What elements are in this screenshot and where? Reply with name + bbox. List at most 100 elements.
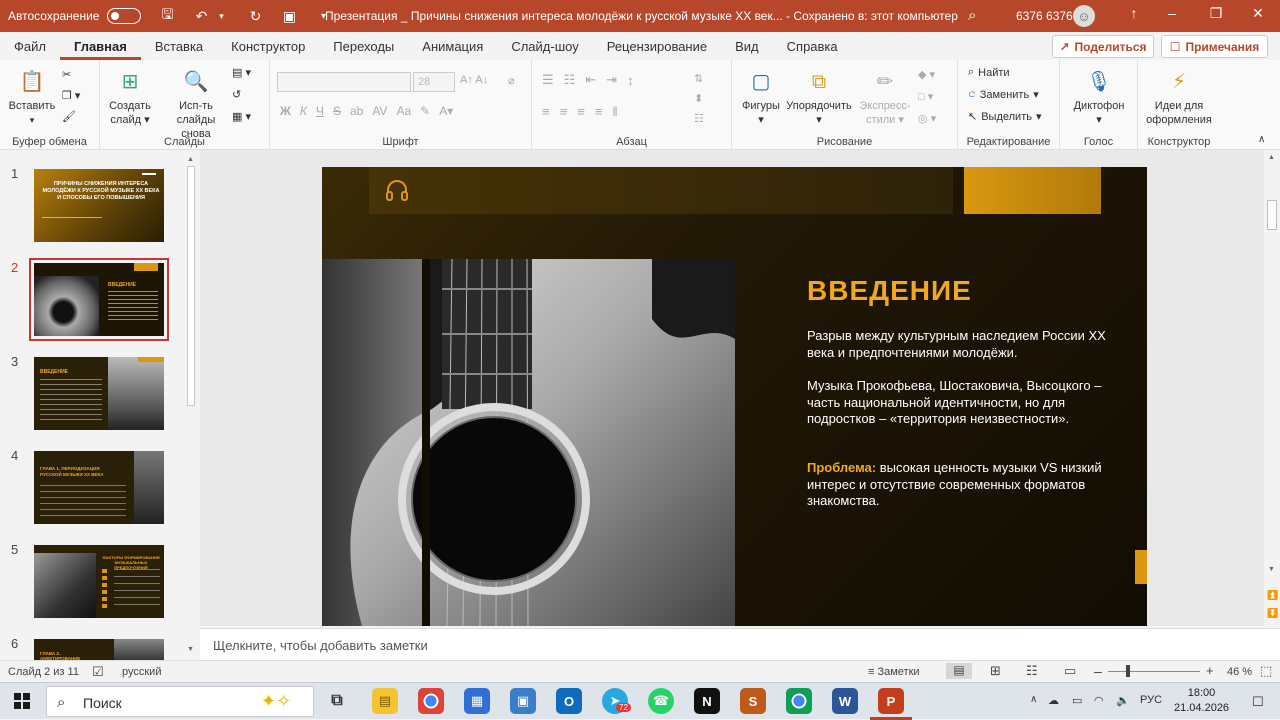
redo-icon[interactable]: ↻ (247, 8, 263, 24)
quick-styles-button[interactable]: ✏ Экспресс-стили ▾ (856, 68, 914, 127)
language-label[interactable]: русский (122, 666, 161, 678)
share-button[interactable]: ↗ Поделиться (1052, 35, 1154, 58)
menu-slideshow[interactable]: Слайд-шоу (497, 39, 592, 54)
zoom-slider[interactable] (1108, 671, 1200, 672)
notion-icon[interactable]: N (694, 688, 720, 714)
guitar-photo[interactable] (322, 259, 735, 626)
numbering-icon[interactable]: ☷ (564, 72, 576, 88)
volume-icon[interactable]: 🔈 (1116, 694, 1130, 707)
scroll-up-icon[interactable]: ▲ (187, 156, 194, 163)
line-spacing-icon[interactable]: ↕ (627, 73, 634, 88)
undo-dropdown-icon[interactable]: ▾ (213, 8, 229, 24)
new-slide-button[interactable]: ⊞ Создать слайд ▾ (106, 68, 154, 127)
menu-home[interactable]: Главная (59, 39, 141, 60)
battery-icon[interactable]: ▭ (1072, 694, 1082, 707)
text-direction-icon[interactable]: ⇅ (694, 72, 703, 85)
chrome-icon[interactable] (418, 688, 444, 714)
prev-slide-icon[interactable]: ⏫ (1267, 590, 1278, 601)
word-icon[interactable]: W (832, 688, 858, 714)
shape-outline-icon[interactable]: □ ▾ (918, 90, 933, 103)
close-icon[interactable]: ✕ (1248, 5, 1268, 22)
notes-toggle[interactable]: ≡ Заметки (868, 666, 920, 678)
wifi-icon[interactable]: ◠ (1094, 694, 1104, 707)
paste-button[interactable]: 📋 Вставить ▾ (6, 68, 58, 127)
file-explorer-icon[interactable]: ▤ (372, 688, 398, 714)
document-title[interactable]: Презентация _ Причины снижения интереса … (325, 9, 958, 23)
decrease-indent-icon[interactable]: ⇤ (585, 72, 596, 88)
shape-fill-icon[interactable]: ◆ ▾ (918, 68, 935, 81)
slide-title[interactable]: ВВЕДЕНИЕ (807, 275, 972, 307)
bullets-icon[interactable]: ☰ (542, 72, 554, 88)
user-avatar[interactable]: ☺ (1073, 5, 1095, 27)
section-icon[interactable]: ▦ ▾ (232, 110, 251, 123)
align-center-icon[interactable]: ≡ (560, 104, 568, 119)
shape-effects-icon[interactable]: ◎ ▾ (918, 112, 936, 125)
user-name[interactable]: 6376 6376 (1016, 9, 1073, 23)
minimize-icon[interactable]: – (1162, 5, 1182, 21)
slide-sorter-icon[interactable]: ⊞ (990, 663, 1001, 679)
spacing-icon[interactable]: ab (350, 104, 363, 118)
search-icon[interactable]: ⌕ (968, 7, 976, 24)
clear-format-icon[interactable]: ⌀ (508, 74, 515, 87)
slide-scroll-thumb[interactable] (1267, 200, 1277, 230)
scroll-down-icon[interactable]: ▼ (1268, 566, 1275, 573)
store-icon[interactable]: ▦ (464, 688, 490, 714)
save-icon[interactable]: 🖫 (159, 6, 175, 24)
clock[interactable]: 18:00 21.04.2026 (1174, 686, 1229, 716)
powerpoint-icon[interactable]: P (878, 688, 904, 714)
char-spacing-icon[interactable]: AV (372, 104, 387, 118)
columns-icon[interactable]: ‖ (612, 104, 617, 119)
scroll-up-icon[interactable]: ▲ (1268, 154, 1275, 161)
select-button[interactable]: ↖ Выделить ▾ (968, 110, 1042, 124)
underline-icon[interactable]: Ч (316, 104, 324, 118)
outlook-icon[interactable]: O (556, 688, 582, 714)
chrome-profile-icon[interactable] (786, 688, 812, 714)
notes-pane[interactable]: Щелкните, чтобы добавить заметки (200, 628, 1280, 660)
font-size-input[interactable]: 28 (413, 72, 455, 92)
font-color-icon[interactable]: A▾ (439, 104, 453, 118)
strike-icon[interactable]: S (333, 104, 341, 118)
menu-animations[interactable]: Анимация (408, 39, 497, 54)
menu-design[interactable]: Конструктор (217, 39, 319, 54)
design-ideas-button[interactable]: ⚡ Идеи для оформления (1142, 68, 1216, 127)
next-slide-icon[interactable]: ⏬ (1267, 608, 1278, 619)
menu-review[interactable]: Рецензирование (593, 39, 721, 54)
italic-icon[interactable]: К (300, 104, 307, 118)
slide-paragraph-1[interactable]: Разрыв между культурным наследием России… (807, 328, 1107, 361)
arrange-button[interactable]: ⧉ Упорядочить ▾ (784, 68, 854, 127)
grow-font-icon[interactable]: A↑ A↓ (460, 74, 488, 86)
layout-icon[interactable]: ▤ ▾ (232, 66, 251, 79)
normal-view-icon[interactable]: ▤ (946, 663, 972, 679)
fit-slide-icon[interactable]: ⬚ (1260, 663, 1272, 679)
dictate-button[interactable]: 🎙 Диктофон ▾ (1066, 68, 1132, 127)
windows-start-icon[interactable] (14, 693, 30, 712)
notifications-icon[interactable]: ☐ (1252, 694, 1264, 710)
menu-view[interactable]: Вид (721, 39, 773, 54)
menu-insert[interactable]: Вставка (141, 39, 217, 54)
reuse-slides-button[interactable]: 🔍 Исп-ть слайды снова (164, 68, 228, 141)
slide-editor[interactable]: ВВЕДЕНИЕ Разрыв между культурным наследи… (322, 167, 1147, 626)
slide-scrollbar[interactable]: ▲ ▼ ⏫ ⏬ (1264, 150, 1280, 626)
justify-icon[interactable]: ≡ (595, 104, 603, 119)
align-left-icon[interactable]: ≡ (542, 104, 550, 119)
present-icon[interactable]: ▣ (281, 8, 297, 24)
format-painter-icon[interactable]: 🖌 (62, 110, 76, 123)
menu-help[interactable]: Справка (773, 39, 852, 54)
menu-file[interactable]: Файл (0, 39, 60, 54)
bold-icon[interactable]: Ж (280, 104, 291, 118)
ribbon-options-icon[interactable]: ↑ (1124, 5, 1144, 21)
collapse-ribbon-icon[interactable]: ∧ (1258, 134, 1265, 145)
increase-indent-icon[interactable]: ⇥ (606, 72, 617, 88)
align-right-icon[interactable]: ≡ (577, 104, 585, 119)
find-button[interactable]: ⌕ Найти (968, 66, 1010, 79)
undo-icon[interactable]: ↶ (193, 8, 209, 24)
whatsapp-icon[interactable]: ☎ (648, 688, 674, 714)
autosave-toggle[interactable] (107, 8, 142, 24)
replace-button[interactable]: 𝚌 Заменить ▾ (968, 88, 1039, 101)
sublime-icon[interactable]: S (740, 688, 766, 714)
thumbnail-scrollbar[interactable]: ▲ ▼ (186, 156, 196, 656)
zoom-in-icon[interactable]: + (1206, 663, 1214, 678)
highlight-icon[interactable]: ✎ (420, 104, 430, 118)
slide-paragraph-3[interactable]: Проблема: высокая ценность музыки VS низ… (807, 460, 1107, 510)
case-icon[interactable]: Aa (396, 104, 411, 118)
